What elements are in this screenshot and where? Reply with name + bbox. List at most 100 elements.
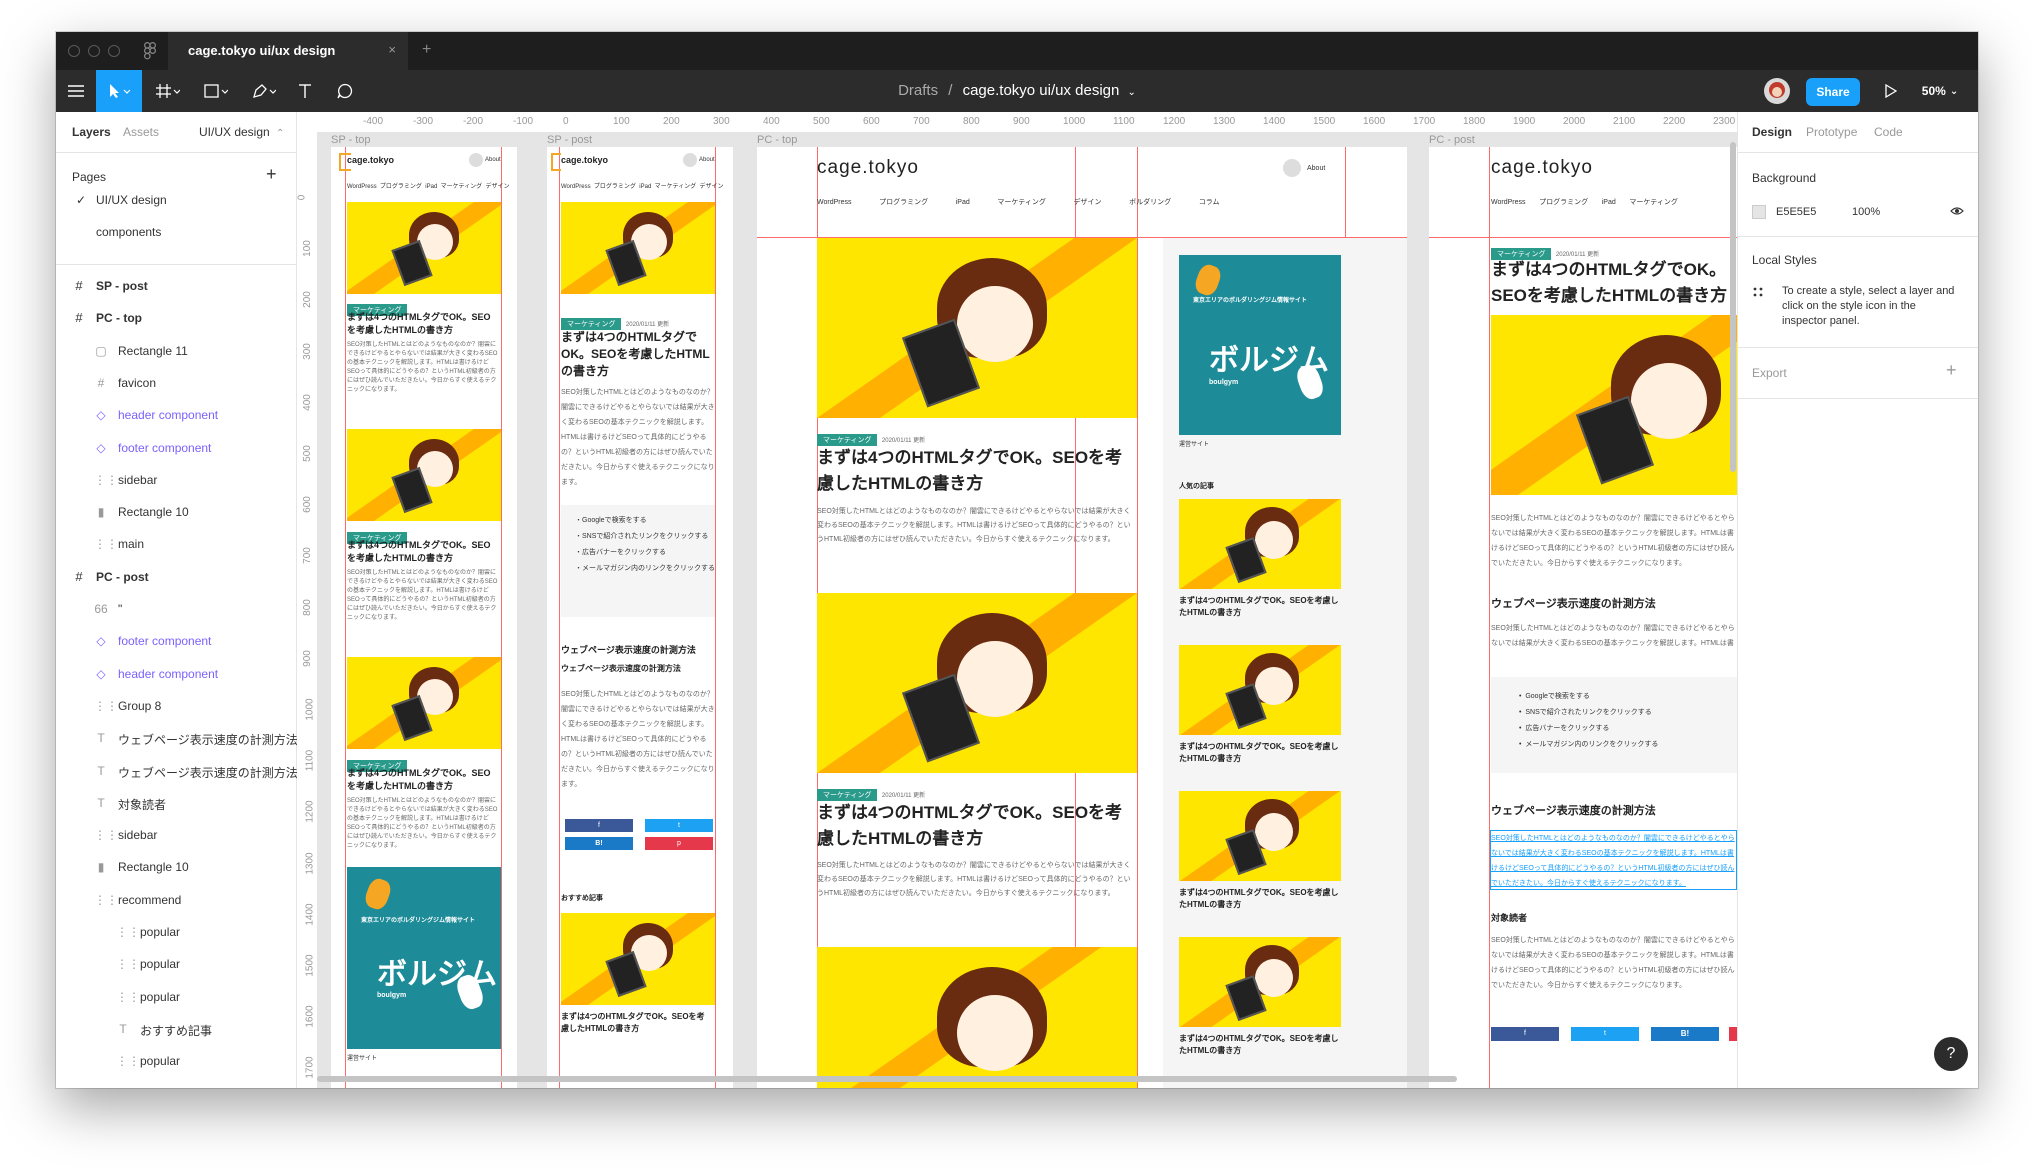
- layer-item-label: footer component: [118, 440, 212, 455]
- vertical-scrollbar[interactable]: [1730, 142, 1736, 472]
- divider: [1738, 152, 1978, 153]
- layer-item[interactable]: ▢ Rectangle 11: [56, 335, 296, 367]
- frame-label-sp-top[interactable]: SP - top: [331, 134, 371, 146]
- tab-design[interactable]: Design: [1752, 125, 1792, 139]
- page-item[interactable]: components: [56, 216, 296, 248]
- layer-item[interactable]: ◇ footer component: [56, 432, 296, 464]
- layer-item[interactable]: ◇ footer component: [56, 625, 296, 657]
- frame-pc-top[interactable]: cage.tokyo About WordPress プログラミング iPad …: [757, 147, 1407, 1088]
- rectangle-icon: ▢: [95, 343, 107, 358]
- present-button[interactable]: [1876, 70, 1906, 112]
- layer-item[interactable]: ⋮⋮ popular: [56, 948, 296, 980]
- chevron-up-icon: ⌃: [276, 128, 285, 139]
- figma-logo-icon[interactable]: [144, 42, 157, 65]
- layer-item[interactable]: ◇ header component: [56, 399, 296, 431]
- background-opacity-input[interactable]: 100%: [1852, 206, 1880, 218]
- horizontal-scrollbar[interactable]: [317, 1076, 1457, 1082]
- layer-item[interactable]: T ウェブページ表示速度の計測方法: [56, 722, 297, 754]
- close-window-dot[interactable]: [68, 45, 80, 57]
- local-styles-hint: To create a style, select a layer and cl…: [1782, 285, 1955, 327]
- properties-panel: Design Prototype Code Background E5E5E5 …: [1737, 112, 1978, 1088]
- page-item[interactable]: ✓ UI/UX design: [56, 184, 296, 216]
- component-icon: ◇: [96, 666, 106, 681]
- layer-item[interactable]: ⋮⋮main: [56, 1078, 296, 1089]
- layer-item[interactable]: ⋮⋮ popular: [56, 981, 296, 1013]
- tab-assets[interactable]: Assets: [123, 125, 159, 139]
- layer-item[interactable]: ⋮⋮ Group 8: [56, 690, 296, 722]
- popular-post-title: まずは4つのHTMLタグでOK。SEOを考慮したHTMLの書き方: [1179, 742, 1339, 763]
- canvas[interactable]: -400 -300 -200 -100 0 100 200 300 400 500 600 700 80…: [297, 112, 1738, 1088]
- layer-item-label: Rectangle 11: [118, 343, 188, 358]
- site-logo: cage.tokyo: [817, 157, 919, 178]
- bullet-list: ・Googleで検索をする ・SNSで紹介されたリンクをクリックする ・広告バナ…: [561, 505, 715, 617]
- layer-item-label: Group 8: [118, 698, 162, 713]
- frame-sp-post[interactable]: cage.tokyo About WordPress プログラミング iPad …: [547, 147, 733, 1088]
- layer-item[interactable]: # SP - post: [56, 270, 296, 302]
- ruler-tick-label: 300: [713, 116, 730, 127]
- layer-item[interactable]: ⋮⋮main: [56, 528, 296, 560]
- close-tab-icon[interactable]: ×: [388, 42, 396, 57]
- zoom-dropdown[interactable]: 50% ⌄: [1912, 70, 1968, 112]
- selected-text-layer[interactable]: SEO対策したHTMLとはどのようなものなのか？闇雲にできるけどやるとやらないで…: [1490, 830, 1737, 890]
- layer-item[interactable]: ⋮⋮ sidebar: [56, 819, 296, 851]
- post-date: 2020/01/11 更新: [625, 322, 670, 328]
- frame-label-pc-top[interactable]: PC - top: [757, 134, 797, 146]
- layer-item[interactable]: # PC - top: [56, 302, 296, 334]
- maximize-window-dot[interactable]: [108, 45, 120, 57]
- frame-pc-post[interactable]: cage.tokyo WordPress プログラミング iPad マーケティン…: [1429, 147, 1738, 1088]
- ruler-tick-label: 200: [663, 116, 680, 127]
- ruler-tick-label: 0: [563, 116, 569, 127]
- share-button[interactable]: Share: [1806, 78, 1860, 106]
- site-nav: WordPress プログラミング iPad マーケティング デザイン ボルダリ…: [817, 199, 1220, 206]
- layer-item-label: PC - post: [96, 569, 149, 584]
- chevron-down-icon[interactable]: ⌄: [1128, 87, 1136, 98]
- layer-item[interactable]: ⋮⋮ popular: [56, 916, 296, 948]
- layer-item[interactable]: ◇ header component: [56, 658, 296, 690]
- popular-post-title: まずは4つのHTMLタグでOK。SEOを考慮したHTMLの書き方: [1179, 1034, 1339, 1055]
- background-hex-input[interactable]: E5E5E5: [1776, 206, 1816, 218]
- help-button[interactable]: ?: [1934, 1037, 1968, 1071]
- layer-item[interactable]: T 対象読者: [56, 787, 296, 819]
- ruler-tick-label: 100: [301, 240, 313, 258]
- tab-code[interactable]: Code: [1874, 125, 1903, 139]
- layer-item[interactable]: T おすすめ記事: [56, 1013, 296, 1045]
- ruler-tick-label: 1300: [304, 851, 316, 875]
- post-excerpt: SEO対策したHTMLとはどのようなものなのか？闇雲にできるけどやるとやらないで…: [347, 342, 498, 393]
- layer-item[interactable]: ⋮⋮ sidebar: [56, 464, 296, 496]
- tab-prototype[interactable]: Prototype: [1806, 125, 1857, 139]
- breadcrumb-file-name[interactable]: cage.tokyo ui/ux design: [963, 82, 1120, 99]
- breadcrumb-drafts[interactable]: Drafts: [898, 82, 938, 99]
- layer-item[interactable]: 66 ": [56, 593, 296, 625]
- avatar[interactable]: [1764, 78, 1790, 104]
- layer-item[interactable]: ▮ Rectangle 10: [56, 851, 296, 883]
- post-excerpt: SEO対策したHTMLとはどのようなものなのか？闇雲にできるけどやるとやらないで…: [347, 798, 498, 849]
- frame-label-sp-post[interactable]: SP - post: [547, 134, 592, 146]
- layer-item[interactable]: ▮ Rectangle 10: [56, 496, 296, 528]
- frame-icon: #: [75, 310, 83, 326]
- layer-item-label: PC - top: [96, 311, 142, 326]
- layer-item[interactable]: # PC - post: [56, 561, 296, 593]
- frame-sp-top[interactable]: cage.tokyo About WordPress プログラミング iPad …: [331, 147, 517, 1088]
- visibility-eye-icon[interactable]: [1950, 204, 1964, 221]
- avatar: [683, 153, 697, 167]
- site-logo: cage.tokyo: [561, 155, 609, 165]
- post-title: まずは4つのHTMLタグでOK。SEOを考慮したHTMLの書き方: [1491, 260, 1728, 305]
- add-page-icon[interactable]: +: [266, 164, 277, 185]
- ruler-tick-label: 900: [1013, 116, 1030, 127]
- frame-label-pc-post[interactable]: PC - post: [1429, 134, 1475, 146]
- new-tab-icon[interactable]: +: [422, 41, 431, 59]
- background-swatch[interactable]: [1752, 205, 1766, 219]
- layer-item[interactable]: # favicon: [56, 367, 296, 399]
- layer-item[interactable]: ⋮⋮ recommend: [56, 884, 296, 916]
- add-export-icon[interactable]: +: [1946, 360, 1957, 381]
- ruler-tick-label: 1000: [1063, 116, 1086, 127]
- page-selector[interactable]: UI/UX design ⌃: [199, 125, 284, 139]
- avatar: [469, 153, 483, 167]
- layer-item[interactable]: ⋮⋮ popular: [56, 1045, 296, 1077]
- layer-item[interactable]: T ウェブページ表示速度の計測方法: [56, 755, 297, 787]
- minimize-window-dot[interactable]: [88, 45, 100, 57]
- tab-layers[interactable]: Layers: [72, 125, 111, 139]
- hero-image: [1179, 937, 1341, 1027]
- layer-item-label: Rectangle 10: [118, 860, 189, 875]
- file-tab[interactable]: cage.tokyo ui/ux design ×: [168, 32, 408, 70]
